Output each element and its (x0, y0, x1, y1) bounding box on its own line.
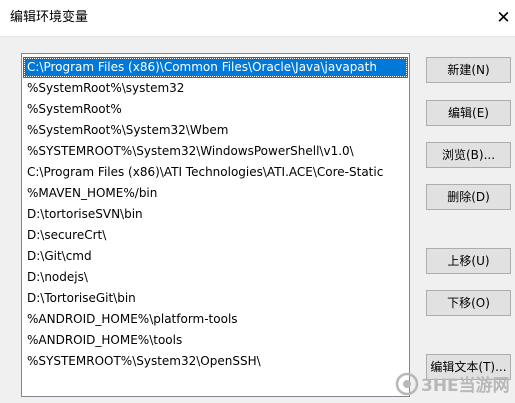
move-down-button[interactable]: 下移(O) (426, 290, 511, 316)
path-list-item[interactable]: %MAVEN_HOME%/bin (23, 183, 408, 204)
path-list-item[interactable]: %ANDROID_HOME%\tools (23, 330, 408, 351)
path-list-item[interactable]: D:\tortoriseSVN\bin (23, 204, 408, 225)
path-list-item[interactable]: %SystemRoot% (23, 99, 408, 120)
path-list-item[interactable]: %SYSTEMROOT%\System32\WindowsPowerShell\… (23, 141, 408, 162)
delete-button[interactable]: 删除(D) (426, 184, 511, 210)
path-list-item[interactable]: C:\Program Files (x86)\ATI Technologies\… (23, 162, 408, 183)
path-list[interactable]: C:\Program Files (x86)\Common Files\Orac… (21, 53, 410, 397)
edit-button[interactable]: 编辑(E) (426, 100, 511, 126)
close-icon: ✕ (496, 8, 511, 28)
edit-text-button[interactable]: 编辑文本(T)... (426, 354, 511, 380)
path-list-item[interactable]: D:\TortoriseGit\bin (23, 288, 408, 309)
browse-button[interactable]: 浏览(B)... (426, 142, 511, 168)
window-title: 编辑环境变量 (10, 10, 89, 25)
new-button[interactable]: 新建(N) (426, 57, 511, 83)
path-list-item[interactable]: %SystemRoot%\System32\Wbem (23, 120, 408, 141)
path-list-item[interactable]: %SYSTEMROOT%\System32\OpenSSH\ (23, 351, 408, 372)
path-list-item[interactable]: D:\nodejs\ (23, 267, 408, 288)
move-up-button[interactable]: 上移(U) (426, 248, 511, 274)
path-list-item[interactable]: %SystemRoot%\system32 (23, 78, 408, 99)
title-bar: 编辑环境变量 ✕ (0, 0, 515, 36)
path-list-item[interactable]: D:\Git\cmd (23, 246, 408, 267)
path-list-item-selected[interactable]: C:\Program Files (x86)\Common Files\Orac… (23, 57, 408, 78)
path-list-item[interactable]: %ANDROID_HOME%\platform-tools (23, 309, 408, 330)
close-button[interactable]: ✕ (492, 4, 515, 32)
path-list-item[interactable]: D:\secureCrt\ (23, 225, 408, 246)
